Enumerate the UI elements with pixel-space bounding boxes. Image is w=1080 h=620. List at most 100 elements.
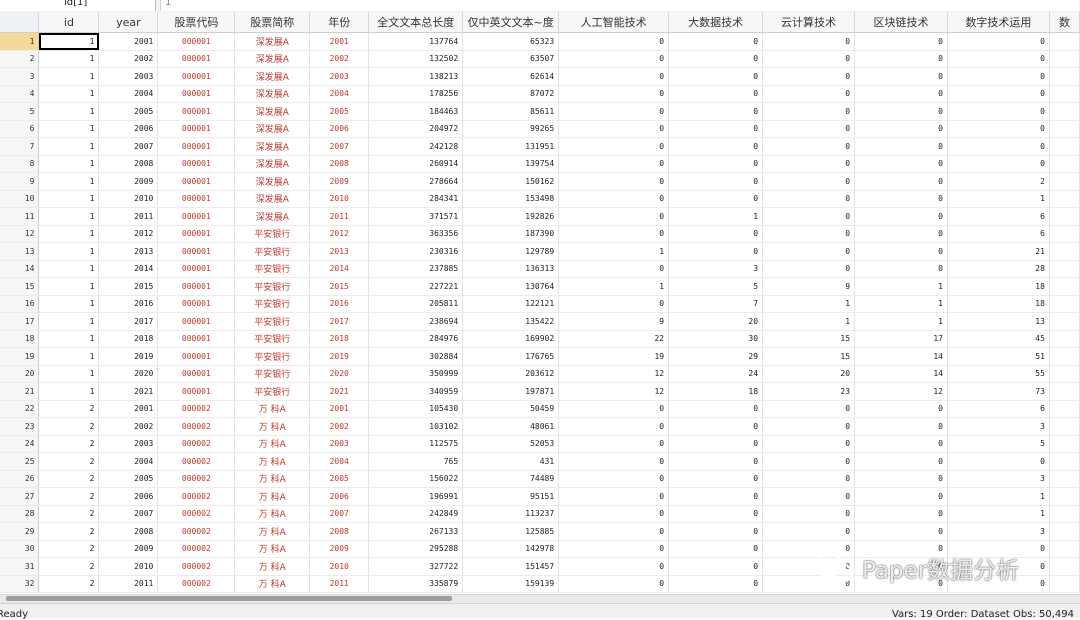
data-cell[interactable]: 0 xyxy=(762,557,856,576)
data-cell[interactable]: 2 xyxy=(38,522,100,541)
data-cell[interactable]: 151457 xyxy=(462,557,560,576)
data-cell[interactable]: 0 xyxy=(558,102,670,121)
data-cell[interactable]: 1 xyxy=(854,277,948,296)
data-cell[interactable]: 0 xyxy=(854,190,948,208)
data-cell[interactable]: 2002 xyxy=(309,50,370,68)
data-cell[interactable]: 000002 xyxy=(157,575,236,593)
data-cell[interactable]: 9 xyxy=(558,312,670,331)
column-header[interactable]: 股票简称 xyxy=(234,12,311,33)
data-cell[interactable]: 192826 xyxy=(462,207,560,226)
data-cell[interactable]: 278664 xyxy=(368,172,464,191)
data-cell[interactable]: 6 xyxy=(947,207,1050,226)
data-cell[interactable]: 2020 xyxy=(98,365,159,383)
data-cell[interactable]: 2 xyxy=(38,400,100,418)
column-header[interactable]: id xyxy=(38,12,100,33)
data-cell[interactable]: 0 xyxy=(558,522,670,541)
data-cell[interactable]: 2 xyxy=(38,575,100,593)
data-cell[interactable]: 0 xyxy=(947,557,1050,576)
data-cell[interactable] xyxy=(1049,452,1080,471)
data-cell[interactable]: 302884 xyxy=(368,347,464,366)
column-header[interactable]: 数 xyxy=(1049,12,1080,33)
data-cell[interactable]: 0 xyxy=(558,260,670,278)
data-cell[interactable]: 000002 xyxy=(157,452,236,471)
data-cell[interactable]: 0 xyxy=(558,207,670,226)
data-cell[interactable]: 0 xyxy=(854,575,948,593)
data-cell[interactable] xyxy=(1049,575,1080,593)
data-cell[interactable]: 0 xyxy=(854,155,948,173)
data-cell[interactable]: 1 xyxy=(38,365,100,383)
column-header[interactable]: 股票代码 xyxy=(157,12,236,33)
data-cell[interactable]: 0 xyxy=(762,435,856,453)
data-cell[interactable]: 23 xyxy=(762,382,856,401)
row-number[interactable]: 20 xyxy=(0,365,40,383)
data-cell[interactable] xyxy=(1049,400,1080,418)
data-cell[interactable] xyxy=(1049,242,1080,261)
data-cell[interactable]: 28 xyxy=(947,260,1050,278)
data-cell[interactable]: 000002 xyxy=(157,417,236,436)
data-cell[interactable]: 12 xyxy=(558,365,670,383)
data-cell[interactable]: 50459 xyxy=(462,400,560,418)
data-cell[interactable]: 2007 xyxy=(309,505,370,523)
data-cell[interactable]: 2001 xyxy=(98,400,159,418)
data-cell[interactable]: 142978 xyxy=(462,540,560,558)
data-cell[interactable]: 1 xyxy=(38,242,100,261)
row-number[interactable]: 22 xyxy=(0,400,40,418)
data-cell[interactable]: 295288 xyxy=(368,540,464,558)
data-cell[interactable] xyxy=(1049,365,1080,383)
data-cell[interactable]: 0 xyxy=(558,417,670,436)
data-cell[interactable]: 0 xyxy=(854,400,948,418)
row-number[interactable]: 32 xyxy=(0,575,40,593)
data-cell[interactable]: 9 xyxy=(762,277,856,296)
data-cell[interactable]: 0 xyxy=(947,67,1050,86)
data-cell[interactable]: 0 xyxy=(762,190,856,208)
data-cell[interactable]: 0 xyxy=(947,85,1050,103)
data-cell[interactable]: 0 xyxy=(762,102,856,121)
data-cell[interactable]: 000002 xyxy=(157,470,236,488)
data-cell[interactable] xyxy=(1049,207,1080,226)
data-cell[interactable]: 2013 xyxy=(98,242,159,261)
data-cell[interactable] xyxy=(1049,347,1080,366)
data-cell[interactable]: 平安银行 xyxy=(234,365,311,383)
column-header[interactable]: 人工智能技术 xyxy=(558,12,670,33)
data-cell[interactable]: 万 科A xyxy=(234,522,311,541)
row-number[interactable]: 31 xyxy=(0,557,40,576)
data-cell[interactable]: 0 xyxy=(668,470,764,488)
data-cell[interactable] xyxy=(1049,470,1080,488)
data-cell[interactable]: 1 xyxy=(38,312,100,331)
data-cell[interactable]: 0 xyxy=(558,557,670,576)
data-cell[interactable]: 230316 xyxy=(368,242,464,261)
scrollbar-thumb[interactable] xyxy=(6,596,452,601)
data-cell[interactable]: 0 xyxy=(762,85,856,103)
column-header[interactable]: 仅中英文文本~度 xyxy=(462,12,560,33)
data-cell[interactable]: 6 xyxy=(947,400,1050,418)
data-cell[interactable]: 平安银行 xyxy=(234,330,311,348)
data-cell[interactable]: 0 xyxy=(762,452,856,471)
data-cell[interactable]: 1 xyxy=(762,295,856,313)
data-cell[interactable]: 2006 xyxy=(309,120,370,138)
data-cell[interactable]: 363356 xyxy=(368,225,464,243)
data-cell[interactable]: 深发展A xyxy=(234,85,311,103)
data-cell[interactable]: 深发展A xyxy=(234,120,311,138)
data-cell[interactable]: 000002 xyxy=(157,400,236,418)
data-cell[interactable]: 0 xyxy=(762,540,856,558)
data-cell[interactable] xyxy=(1049,67,1080,86)
data-cell[interactable]: 2008 xyxy=(98,522,159,541)
data-cell[interactable]: 2 xyxy=(38,505,100,523)
data-cell[interactable]: 99265 xyxy=(462,120,560,138)
data-cell[interactable]: 0 xyxy=(947,50,1050,68)
data-cell[interactable]: 19 xyxy=(558,347,670,366)
data-cell[interactable]: 87072 xyxy=(462,85,560,103)
column-header[interactable]: 区块链技术 xyxy=(854,12,948,33)
data-cell[interactable]: 2 xyxy=(38,540,100,558)
data-cell[interactable]: 深发展A xyxy=(234,102,311,121)
data-cell[interactable]: 2010 xyxy=(98,190,159,208)
data-cell[interactable]: 0 xyxy=(558,137,670,156)
data-cell[interactable]: 14 xyxy=(854,347,948,366)
row-number[interactable]: 29 xyxy=(0,522,40,541)
data-cell[interactable]: 138213 xyxy=(368,67,464,86)
data-cell[interactable]: 0 xyxy=(558,120,670,138)
data-cell[interactable]: 13 xyxy=(947,312,1050,331)
data-cell[interactable]: 平安银行 xyxy=(234,382,311,401)
corner-header[interactable] xyxy=(0,12,40,33)
data-cell[interactable]: 0 xyxy=(854,207,948,226)
